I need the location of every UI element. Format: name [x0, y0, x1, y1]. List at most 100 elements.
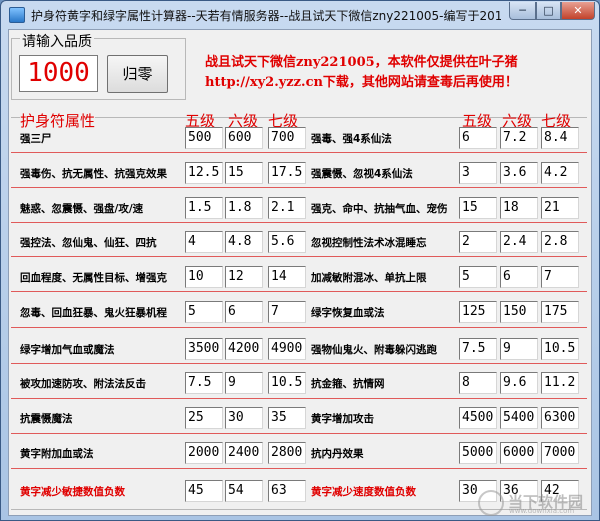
left-level-5-value[interactable]: 45 [185, 480, 223, 502]
left-level-6-value[interactable]: 4200 [225, 338, 263, 360]
right-level-7-value[interactable]: 11.2 [541, 372, 579, 394]
left-level-7-value[interactable]: 5.6 [268, 231, 306, 253]
left-row-label: 黄字附加血或法 [20, 448, 94, 460]
right-level-6-value[interactable]: 150 [500, 301, 538, 323]
title-bar[interactable]: 护身符黄字和绿字属性计算器--天若有情服务器--战且试天下微信zny221005… [1, 1, 599, 29]
row-separator [11, 363, 587, 364]
quality-label: 请输入品质 [20, 31, 94, 51]
left-level-7-value[interactable]: 17.5 [268, 162, 306, 184]
left-row-label: 抗震慑魔法 [20, 413, 73, 425]
right-level-7-value[interactable]: 21 [541, 197, 579, 219]
right-level-5-value[interactable]: 8 [459, 372, 497, 394]
right-level-5-value[interactable]: 2 [459, 231, 497, 253]
left-level-6-value[interactable]: 6 [225, 301, 263, 323]
right-level-5-value[interactable]: 15 [459, 197, 497, 219]
left-level-5-value[interactable]: 10 [185, 266, 223, 288]
watermark-logo-icon [478, 490, 504, 516]
reset-button[interactable]: 归零 [107, 55, 168, 93]
left-level-7-value[interactable]: 2800 [268, 442, 306, 464]
left-level-5-value[interactable]: 500 [185, 127, 223, 149]
left-row-label: 忽毒、回血狂暴、鬼火狂暴机程 [20, 307, 167, 319]
right-level-5-value[interactable]: 125 [459, 301, 497, 323]
notice-line-1: 战且试天下微信zny221005，本软件仅提供在叶子猪 [205, 55, 518, 70]
right-level-5-value[interactable]: 5 [459, 266, 497, 288]
left-level-7-value[interactable]: 4900 [268, 338, 306, 360]
right-level-7-value[interactable]: 7 [541, 266, 579, 288]
right-row-label: 忽视控制性法术冰混睡忘 [311, 237, 427, 249]
left-row-label: 回血程度、无属性目标、增强克 [20, 272, 167, 284]
right-level-5-value[interactable]: 3 [459, 162, 497, 184]
notice-line-2: http://xy2.yzz.cn下载，其他网站请查毒后再使用！ [205, 75, 518, 90]
left-level-5-value[interactable]: 4 [185, 231, 223, 253]
left-level-7-value[interactable]: 14 [268, 266, 306, 288]
right-level-6-value[interactable]: 3.6 [500, 162, 538, 184]
right-level-6-value[interactable]: 9.6 [500, 372, 538, 394]
right-level-7-value[interactable]: 6300 [541, 407, 579, 429]
right-level-5-value[interactable]: 4500 [459, 407, 497, 429]
left-level-6-value[interactable]: 600 [225, 127, 263, 149]
left-level-5-value[interactable]: 25 [185, 407, 223, 429]
left-level-6-value[interactable]: 9 [225, 372, 263, 394]
left-level-7-value[interactable]: 63 [268, 480, 306, 502]
right-level-5-value[interactable]: 6 [459, 127, 497, 149]
right-row-label: 绿字恢复血或法 [311, 307, 385, 319]
left-level-6-value[interactable]: 30 [225, 407, 263, 429]
right-row-label: 黄字减少速度数值负数 [311, 486, 416, 498]
right-level-5-value[interactable]: 7.5 [459, 338, 497, 360]
right-level-6-value[interactable]: 6 [500, 266, 538, 288]
left-row-label: 魅惑、忽震慑、强盘/攻/速 [20, 203, 144, 215]
quality-input[interactable]: 1000 [19, 55, 98, 92]
right-level-6-value[interactable]: 5400 [500, 407, 538, 429]
left-level-5-value[interactable]: 2000 [185, 442, 223, 464]
right-level-7-value[interactable]: 4.2 [541, 162, 579, 184]
left-level-7-value[interactable]: 35 [268, 407, 306, 429]
left-level-7-value[interactable]: 700 [268, 127, 306, 149]
right-level-6-value[interactable]: 6000 [500, 442, 538, 464]
right-row-label: 加减敏附混冰、单抗上限 [311, 272, 427, 284]
right-level-7-value[interactable]: 10.5 [541, 338, 579, 360]
left-level-6-value[interactable]: 15 [225, 162, 263, 184]
left-level-6-value[interactable]: 4.8 [225, 231, 263, 253]
right-level-6-value[interactable]: 9 [500, 338, 538, 360]
row-separator [11, 433, 587, 434]
left-level-6-value[interactable]: 12 [225, 266, 263, 288]
left-level-5-value[interactable]: 12.5 [185, 162, 223, 184]
right-level-7-value[interactable]: 8.4 [541, 127, 579, 149]
left-level-5-value[interactable]: 1.5 [185, 197, 223, 219]
left-row-label: 黄字减少敏捷数值负数 [20, 486, 125, 498]
maximize-button[interactable]: □ [536, 2, 561, 20]
right-level-6-value[interactable]: 2.4 [500, 231, 538, 253]
left-row-label: 绿字增加气血或魔法 [20, 344, 115, 356]
right-row-label: 黄字增加攻击 [311, 413, 374, 425]
right-level-7-value[interactable]: 2.8 [541, 231, 579, 253]
left-level-5-value[interactable]: 7.5 [185, 372, 223, 394]
row-separator [11, 256, 587, 257]
right-level-5-value[interactable]: 5000 [459, 442, 497, 464]
left-level-7-value[interactable]: 10.5 [268, 372, 306, 394]
left-level-5-value[interactable]: 5 [185, 301, 223, 323]
window-title: 护身符黄字和绿字属性计算器--天若有情服务器--战且试天下微信zny221005… [31, 9, 501, 23]
app-icon [9, 7, 25, 23]
left-level-6-value[interactable]: 1.8 [225, 197, 263, 219]
watermark: 当下软件园 www.downxia.com [478, 488, 596, 518]
left-row-label: 被攻加速防攻、附法法反击 [20, 378, 146, 390]
right-level-6-value[interactable]: 7.2 [500, 127, 538, 149]
left-level-7-value[interactable]: 7 [268, 301, 306, 323]
right-row-label: 强毒、强4系仙法 [311, 133, 392, 145]
left-level-6-value[interactable]: 2400 [225, 442, 263, 464]
right-level-7-value[interactable]: 175 [541, 301, 579, 323]
right-level-7-value[interactable]: 7000 [541, 442, 579, 464]
close-button[interactable]: ✕ [561, 2, 595, 20]
left-level-7-value[interactable]: 2.1 [268, 197, 306, 219]
left-level-6-value[interactable]: 54 [225, 480, 263, 502]
right-level-6-value[interactable]: 18 [500, 197, 538, 219]
properties-title: 护身符属性 [20, 110, 96, 131]
minimize-button[interactable]: ─ [509, 2, 536, 20]
row-separator [11, 152, 587, 153]
watermark-url: www.downxia.com [509, 507, 575, 515]
row-separator [11, 398, 587, 399]
right-row-label: 强克、命中、抗抽气血、宠伤 [311, 203, 448, 215]
left-level-5-value[interactable]: 3500 [185, 338, 223, 360]
right-row-label: 强物仙鬼火、附毒躲闪逃跑 [311, 344, 437, 356]
row-separator [11, 291, 587, 292]
